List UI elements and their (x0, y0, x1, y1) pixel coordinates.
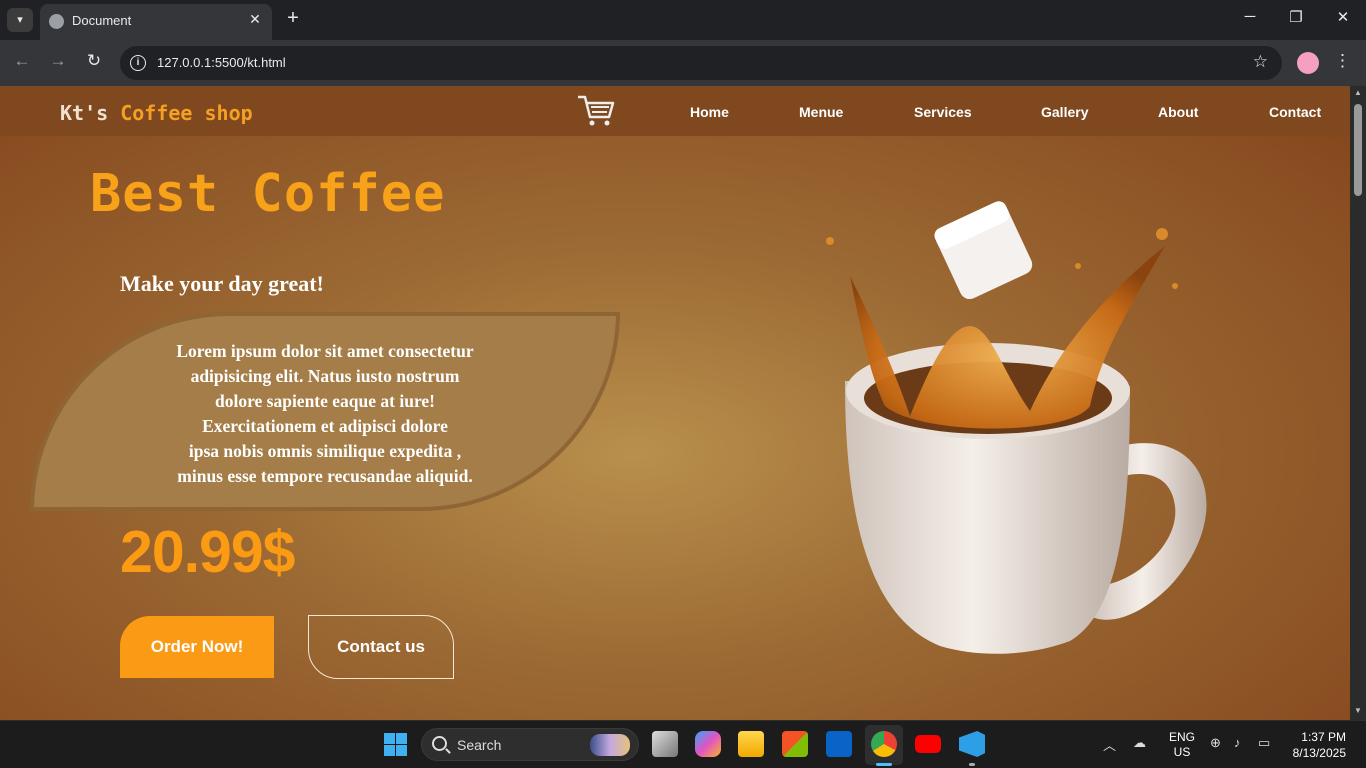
task-view-icon[interactable] (652, 731, 678, 757)
forward-icon[interactable]: → (46, 51, 70, 71)
url-text[interactable]: 127.0.0.1:5500/kt.html (157, 55, 286, 70)
contact-us-button[interactable]: Contact us (308, 615, 454, 679)
description-line: ipsa nobis omnis similique expedita , (188, 441, 462, 461)
browser-toolbar: ← → ↻ i 127.0.0.1:5500/kt.html ☆ ⋮ (0, 40, 1366, 86)
globe-icon (49, 14, 64, 29)
page-scrollbar[interactable]: ▲ ▼ (1350, 86, 1366, 720)
bookmark-star-icon[interactable]: ☆ (1253, 52, 1268, 72)
restore-icon[interactable]: ❐ (1284, 8, 1308, 26)
youtube-icon[interactable] (915, 735, 941, 753)
vscode-running-indicator (969, 763, 975, 766)
site-navbar: Kt's Coffee shop Home Menue Services Gal… (0, 86, 1350, 136)
description-line: Lorem ipsum dolor sit amet consectetur (176, 341, 474, 361)
nav-home[interactable]: Home (690, 104, 729, 120)
search-icon (432, 736, 447, 751)
language-line2: US (1173, 745, 1191, 759)
coffee-cup-image (826, 201, 1207, 654)
description-line: adipisicing elit. Natus iusto nostrum (190, 366, 460, 386)
chrome-running-indicator (876, 763, 892, 766)
taskbar-search[interactable]: Search (421, 728, 639, 761)
outlook-icon[interactable] (826, 731, 852, 757)
shopping-cart-icon[interactable] (576, 93, 616, 127)
tab-search-chevron-icon[interactable]: ▾ (7, 8, 33, 32)
hero-title: Best Coffee (90, 164, 446, 224)
windows-start-icon[interactable] (384, 733, 407, 756)
scroll-down-icon[interactable]: ▼ (1350, 706, 1366, 718)
new-tab-button[interactable]: + (283, 7, 303, 30)
tray-overflow-chevron-icon[interactable]: ︿ (1103, 735, 1116, 754)
site-info-icon[interactable]: i (130, 55, 146, 71)
tab-title: Document (72, 13, 132, 28)
description-line: Exercitationem et adipisci dolore (202, 416, 448, 436)
copilot-icon[interactable] (695, 731, 721, 757)
windows-taskbar: Search ︿ ☁ ENG US ⊕ ♪ ▭ 1:37 PM 8/13/202… (0, 720, 1366, 768)
nav-gallery[interactable]: Gallery (1041, 104, 1088, 120)
brand-prefix: Kt's (60, 101, 109, 125)
chrome-icon[interactable] (871, 731, 897, 757)
nav-services[interactable]: Services (914, 104, 972, 120)
microsoft-store-icon[interactable] (782, 731, 808, 757)
battery-icon[interactable]: ▭ (1258, 735, 1270, 751)
file-explorer-icon[interactable] (738, 731, 764, 757)
vscode-icon[interactable] (959, 731, 985, 757)
profile-avatar[interactable] (1297, 52, 1319, 74)
description-text: Lorem ipsum dolor sit amet consectetur a… (110, 339, 540, 489)
language-line1: ENG (1169, 730, 1196, 744)
nav-about[interactable]: About (1158, 104, 1198, 120)
network-icon[interactable]: ⊕ (1210, 735, 1221, 751)
search-placeholder: Search (457, 737, 502, 753)
reload-icon[interactable]: ↻ (82, 51, 106, 71)
close-window-icon[interactable]: ✕ (1331, 8, 1355, 26)
close-tab-icon[interactable]: ✕ (246, 11, 264, 28)
volume-icon[interactable]: ♪ (1234, 735, 1241, 750)
price: 20.99$ (120, 519, 295, 585)
back-icon[interactable]: ← (10, 51, 34, 71)
description-line: dolore sapiente eaque at iure! (214, 391, 436, 411)
tagline: Make your day great! (120, 271, 324, 296)
nav-menue[interactable]: Menue (799, 104, 843, 120)
hero-section: Kt's Coffee shop Home Menue Services Gal… (0, 86, 1350, 720)
browser-tab[interactable]: Document ✕ (40, 4, 272, 40)
order-now-button[interactable]: Order Now! (120, 616, 274, 678)
site-logo[interactable]: Kt's Coffee shop (60, 101, 253, 125)
scrollbar-thumb[interactable] (1354, 104, 1362, 196)
scroll-up-icon[interactable]: ▲ (1350, 88, 1366, 100)
description-line: minus esse tempore recusandae aliquid. (177, 466, 473, 486)
browser-menu-icon[interactable]: ⋮ (1334, 51, 1351, 71)
clock-date: 8/13/2025 (1292, 746, 1346, 760)
language-indicator[interactable]: ENG US (1169, 730, 1195, 760)
clock[interactable]: 1:37 PM 8/13/2025 (1288, 729, 1346, 761)
address-bar[interactable]: i 127.0.0.1:5500/kt.html ☆ (120, 46, 1282, 80)
search-highlight-image (590, 734, 630, 756)
minimize-icon[interactable]: ─ (1238, 8, 1262, 25)
page-viewport: Kt's Coffee shop Home Menue Services Gal… (0, 86, 1366, 720)
brand-accent: Coffee shop (120, 101, 253, 125)
clock-time: 1:37 PM (1301, 730, 1346, 744)
nav-contact[interactable]: Contact (1269, 104, 1321, 120)
browser-tab-strip: ▾ Document ✕ + ─ ❐ ✕ (0, 0, 1366, 40)
onedrive-cloud-icon[interactable]: ☁ (1133, 735, 1146, 751)
